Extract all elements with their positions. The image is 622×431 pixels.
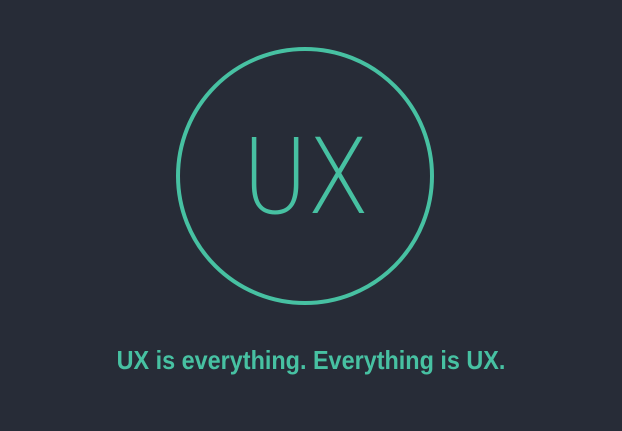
logo-text: UX: [241, 116, 370, 238]
ux-logo-circle: UX: [176, 47, 434, 305]
tagline: UX is everything. Everything is UX.: [116, 345, 506, 375]
